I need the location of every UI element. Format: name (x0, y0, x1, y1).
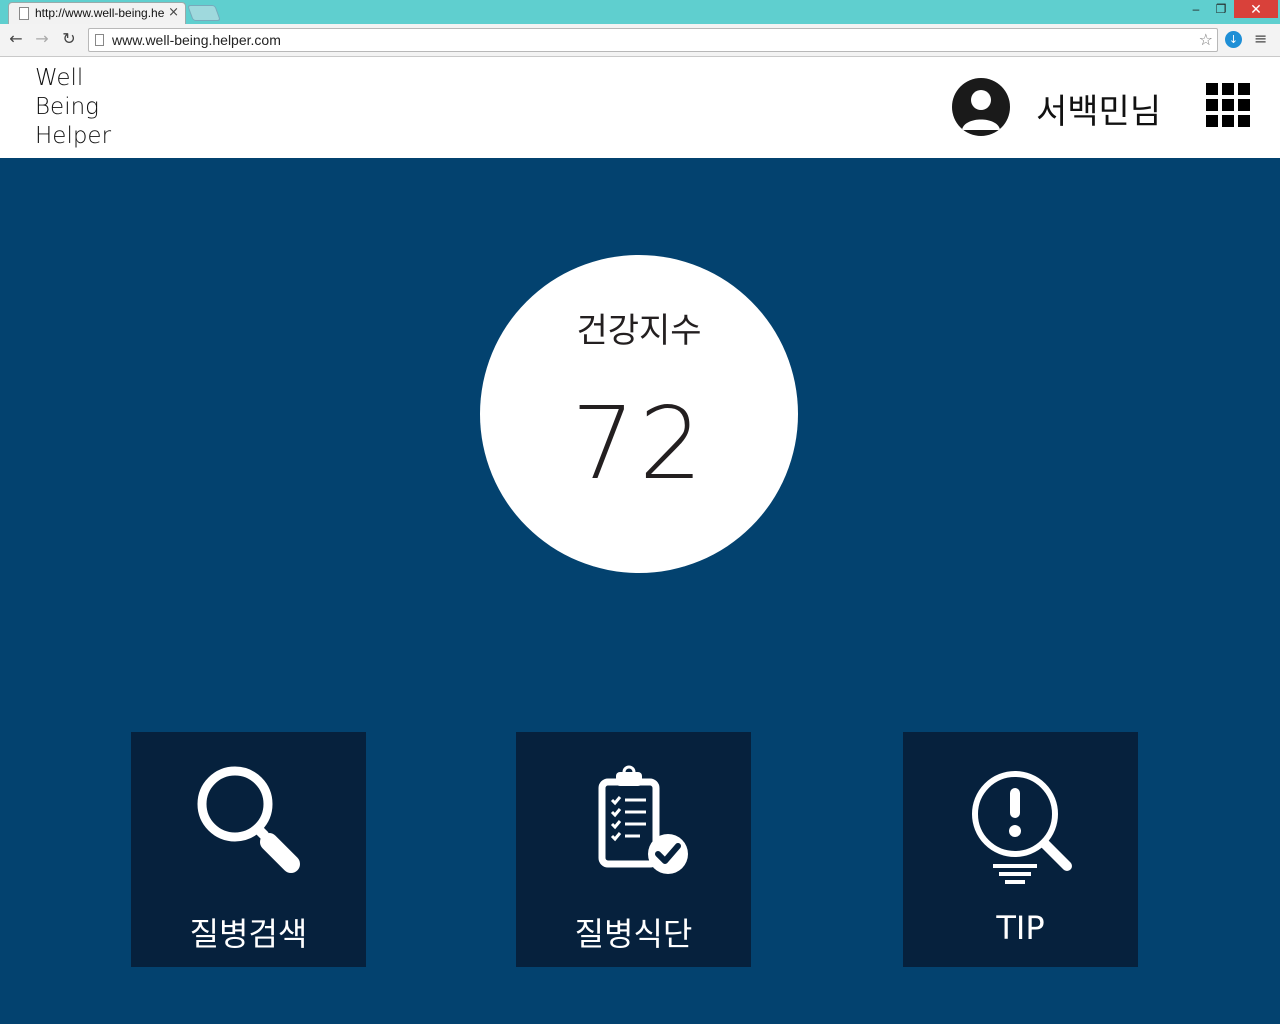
tip-tile[interactable]: TIP (903, 732, 1138, 967)
username-label[interactable]: 서백민님 (1036, 84, 1161, 133)
clipboard-check-icon (598, 765, 688, 874)
browser-tab[interactable]: http://www.well-being.he × (8, 2, 186, 24)
window-minimize-button[interactable]: – (1182, 0, 1210, 18)
disease-diet-tile[interactable]: 질병식단 (516, 732, 751, 967)
app-header: Well Being Helper 서백민님 (0, 57, 1280, 158)
alert-search-icon (972, 771, 1072, 884)
health-score-value: 72 (571, 385, 707, 502)
tab-title: http://www.well-being.he (35, 6, 165, 20)
new-tab-button[interactable] (187, 5, 221, 21)
window-close-button[interactable]: ✕ (1234, 0, 1278, 18)
tip-label: TIP (996, 909, 1045, 947)
browser-toolbar: ← → ↻ www.well-being.helper.com ☆ (0, 24, 1280, 57)
page-icon (95, 34, 104, 46)
disease-search-label: 질병검색 (189, 915, 308, 953)
reload-button[interactable]: ↻ (59, 29, 79, 49)
window-maximize-button[interactable]: ❐ (1208, 0, 1234, 18)
health-score-label: 건강지수 (576, 311, 702, 351)
site-logo[interactable]: Well Being Helper (35, 64, 111, 151)
disease-search-tile[interactable]: 질병검색 (131, 732, 366, 967)
disease-diet-label: 질병식단 (574, 915, 693, 953)
logo-line-2: Being (35, 94, 99, 120)
logo-line-1: Well (35, 65, 84, 91)
apps-grid-icon[interactable] (1206, 83, 1250, 127)
health-score-circle: 건강지수 72 (480, 255, 798, 573)
bookmark-star-icon[interactable]: ☆ (1199, 30, 1213, 49)
download-extension-icon[interactable]: ↓ (1225, 31, 1242, 48)
url-text[interactable]: www.well-being.helper.com (112, 32, 281, 48)
forward-button[interactable]: → (32, 29, 52, 49)
logo-line-3: Helper (35, 123, 112, 149)
page-favicon-icon (19, 7, 29, 20)
back-button[interactable]: ← (6, 29, 26, 49)
search-icon (197, 766, 300, 873)
address-bar[interactable]: www.well-being.helper.com ☆ (88, 28, 1218, 52)
browser-titlebar: http://www.well-being.he × – ❐ ✕ (0, 0, 1280, 24)
user-avatar-icon[interactable] (952, 78, 1010, 136)
browser-menu-icon[interactable]: ≡ (1254, 29, 1267, 48)
tab-close-icon[interactable]: × (168, 5, 179, 20)
